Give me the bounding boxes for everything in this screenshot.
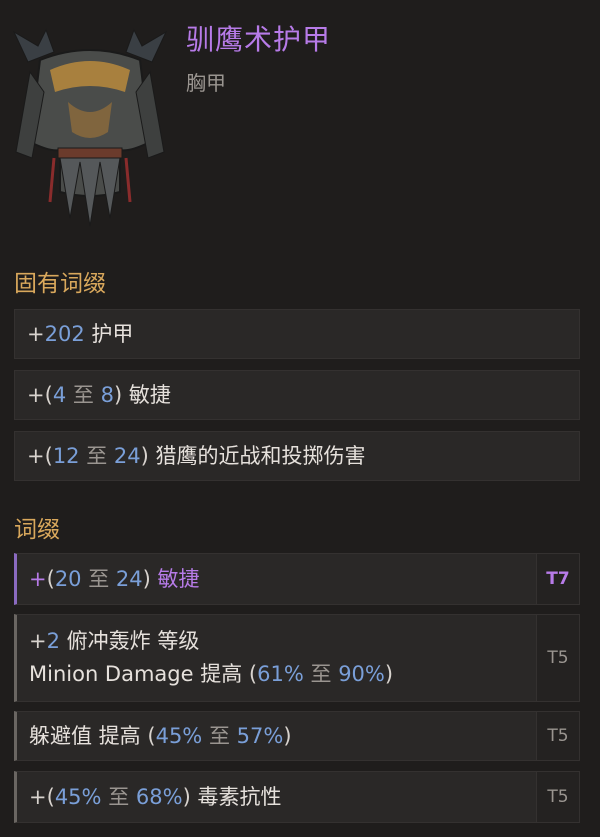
implicit-row-text: +(12 至 24) 猎鹰的近战和投掷伤害 xyxy=(27,443,366,468)
implicit-row-text: +(4 至 8) 敏捷 xyxy=(27,382,171,407)
affix-row-text: +(20 至 24) 敏捷 xyxy=(29,566,200,591)
stat-label: 猎鹰的近战和投掷伤害 xyxy=(155,443,366,468)
tier-badge: T7 xyxy=(536,554,579,604)
chest-armor-icon xyxy=(12,28,168,227)
affix-section-title: 词缀 xyxy=(14,517,60,543)
affix-row: +(45% 至 68%) 毒素抗性 T5 xyxy=(14,771,580,823)
stat-label: 毒素抗性 xyxy=(197,784,282,809)
tier-badge: T5 xyxy=(536,615,579,701)
implicit-row: +(12 至 24) 猎鹰的近战和投掷伤害 xyxy=(14,431,580,481)
affix-row: +2 俯冲轰炸 等级 Minion Damage 提高 (61% 至 90%) … xyxy=(14,614,580,702)
tier-badge: T5 xyxy=(536,772,579,822)
affix-row: 躲避值 提高 (45% 至 57%) T5 xyxy=(14,711,580,761)
implicit-section-title: 固有词缀 xyxy=(14,271,106,297)
stat-label: 护甲 xyxy=(91,321,134,346)
item-name: 驯鹰术护甲 xyxy=(186,23,332,56)
item-type: 胸甲 xyxy=(186,71,226,95)
affix-row-text: +2 俯冲轰炸 等级 Minion Damage 提高 (61% 至 90%) xyxy=(29,629,394,686)
stat-label: Minion Damage 提高 xyxy=(29,662,243,686)
affix-row-text: 躲避值 提高 (45% 至 57%) xyxy=(29,723,292,748)
item-header: 驯鹰术护甲 胸甲 xyxy=(0,0,600,250)
stat-label: 敏捷 xyxy=(128,382,171,407)
stat-label: 敏捷 xyxy=(157,566,200,591)
implicit-row: +202 护甲 xyxy=(14,309,580,359)
implicit-row-text: +202 护甲 xyxy=(27,321,134,346)
stat-label: 躲避值 提高 xyxy=(29,723,141,748)
affix-row: +(20 至 24) 敏捷 T7 xyxy=(14,553,580,605)
tier-badge: T5 xyxy=(536,712,579,760)
affix-row-text: +(45% 至 68%) 毒素抗性 xyxy=(29,784,282,809)
implicit-row: +(4 至 8) 敏捷 xyxy=(14,370,580,420)
stat-label: 俯冲轰炸 等级 xyxy=(66,629,200,653)
